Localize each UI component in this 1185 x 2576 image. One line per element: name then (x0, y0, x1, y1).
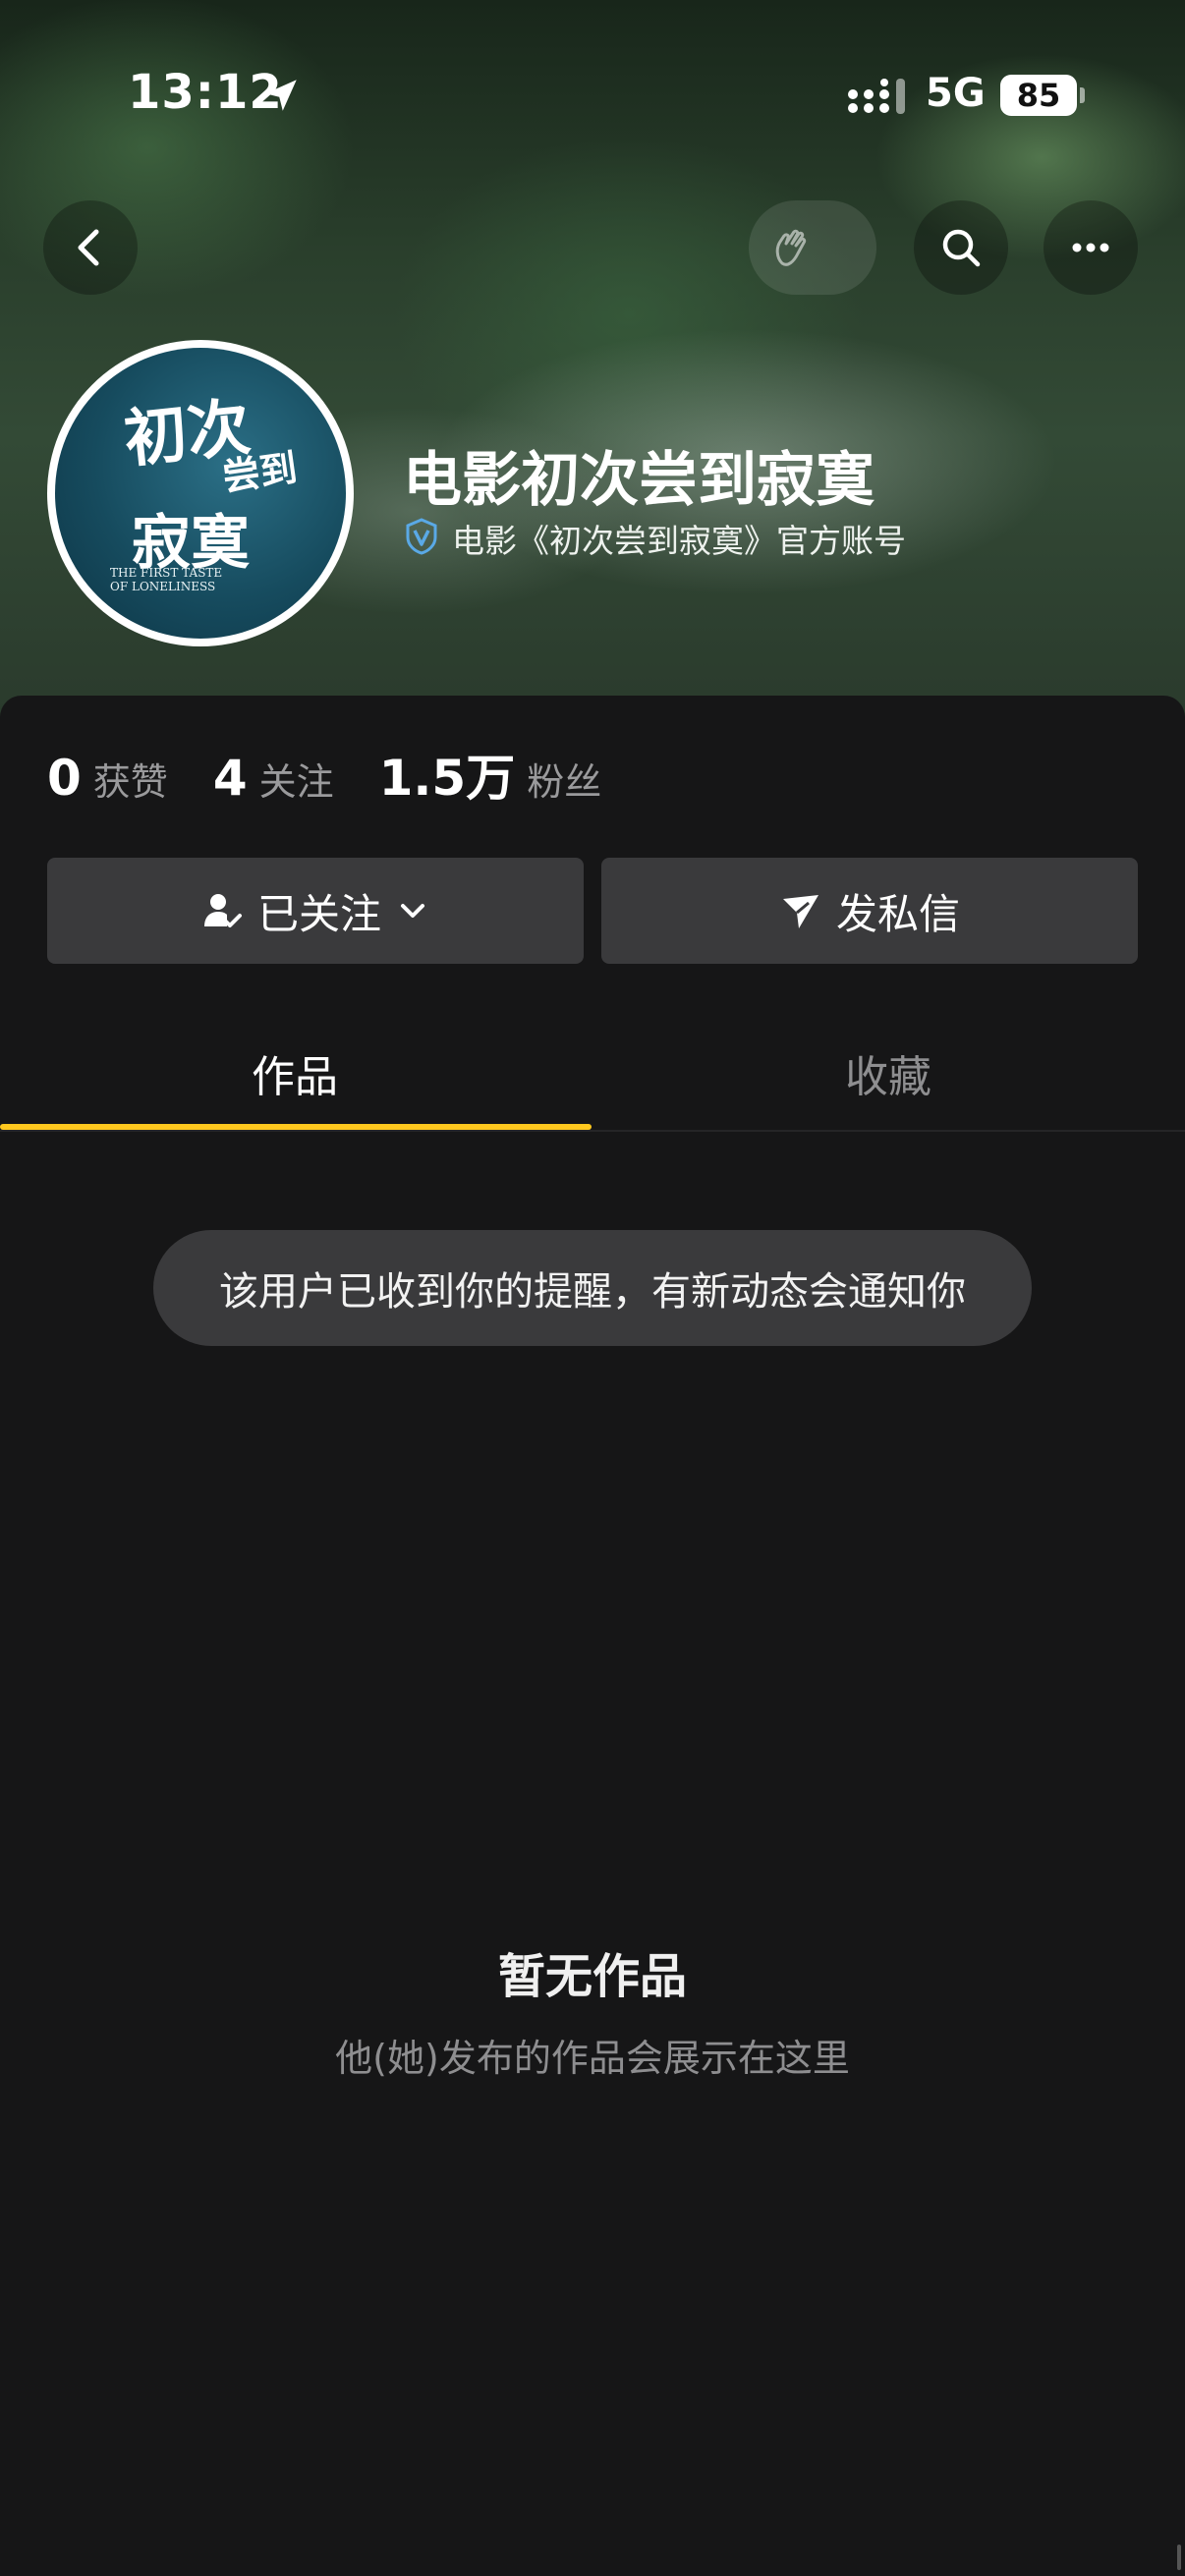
wave-icon (775, 229, 807, 266)
search-button[interactable] (914, 200, 1008, 295)
send-message-button[interactable]: 发私信 (601, 858, 1138, 964)
followers-count[interactable]: 1.5万 (379, 739, 516, 810)
tab-divider (0, 1130, 1185, 1132)
likes-count: 0 (47, 750, 82, 807)
wave-button[interactable] (749, 200, 876, 295)
avatar-logo-english-line: OF LONELINESS (110, 580, 216, 593)
empty-state-subtitle: 他(她)发布的作品会展示在这里 (335, 2037, 850, 2080)
home-indicator (1177, 2545, 1181, 2570)
profile-stats: 0 获赞 4 关注 1.5万 粉丝 (47, 739, 647, 807)
battery-indicator: 85 (1000, 75, 1077, 116)
send-icon (782, 895, 818, 928)
location-arrow-icon (265, 80, 297, 111)
chevron-down-icon (401, 904, 424, 918)
network-label: 5G (926, 71, 986, 116)
toast-message: 该用户已收到你的提醒，有新动态会通知你 (153, 1230, 1032, 1346)
tab-favorites[interactable]: 收藏 (845, 1041, 931, 1104)
tab-works[interactable]: 作品 (252, 1041, 338, 1104)
status-bar: 13:12 5G 85 (0, 0, 1185, 196)
followers-label[interactable]: 粉丝 (527, 752, 601, 806)
avatar-logo-english: THE FIRST TASTE OF LONELINESS (110, 566, 222, 593)
signal-icon (848, 79, 905, 114)
profile-content-panel (0, 696, 1185, 2576)
more-button[interactable] (1044, 200, 1138, 295)
search-icon (942, 229, 981, 267)
avatar-logo-english-line: THE FIRST TASTE (110, 566, 223, 580)
following-label[interactable]: 关注 (259, 752, 334, 806)
back-icon (78, 229, 99, 266)
verified-icon (406, 518, 437, 555)
following-count[interactable]: 4 (213, 750, 248, 807)
following-button[interactable]: 已关注 (47, 858, 584, 964)
avatar-logo: 初次 尝到 寂寞 THE FIRST TASTE OF LONELINESS (55, 348, 346, 639)
profile-name: 电影初次尝到寂寞 (403, 446, 875, 515)
more-icon (1072, 243, 1109, 252)
verification-text: 电影《初次尝到寂寞》官方账号 (452, 522, 906, 560)
following-button-label: 已关注 (256, 889, 381, 938)
empty-state-title: 暂无作品 (497, 1949, 687, 2004)
back-button[interactable] (43, 200, 138, 295)
user-check-icon (203, 894, 242, 927)
likes-label: 获赞 (92, 760, 168, 804)
avatar-logo-text: 尝到 (219, 444, 301, 500)
avatar[interactable]: 初次 尝到 寂寞 THE FIRST TASTE OF LONELINESS (47, 340, 354, 646)
send-message-label: 发私信 (835, 889, 960, 938)
battery-cap (1080, 87, 1085, 103)
